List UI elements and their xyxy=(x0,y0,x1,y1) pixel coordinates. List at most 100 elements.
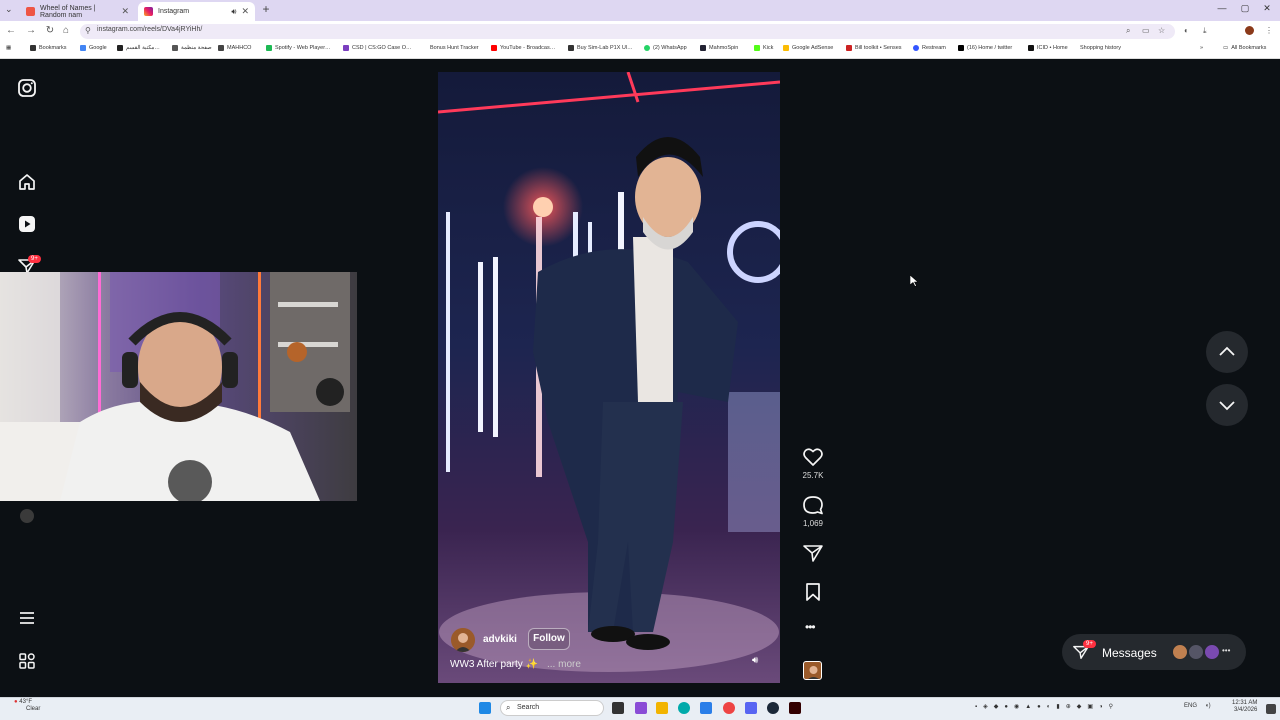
tab-title: Wheel of Names | Random nam xyxy=(40,4,96,19)
profile-avatar[interactable] xyxy=(20,509,34,523)
weather-widget[interactable]: ● 43°F Clear xyxy=(14,699,40,713)
bookmark-item[interactable]: Bookmarks xyxy=(30,45,67,51)
bookmarks-overflow-icon[interactable]: » xyxy=(1200,45,1203,51)
bookmark-item[interactable]: Google AdSense xyxy=(783,45,833,51)
follow-button[interactable]: Follow xyxy=(528,628,570,650)
previous-reel-button[interactable] xyxy=(1206,331,1248,373)
taskbar-search[interactable]: ⌕ Search xyxy=(500,700,604,716)
bookmark-item[interactable]: Restream xyxy=(913,45,946,51)
bookmark-item[interactable]: مكتبة القسم… xyxy=(117,45,160,51)
menu-icon[interactable]: ⋮ xyxy=(1265,26,1273,35)
notification-badge: 9+ xyxy=(28,255,41,263)
tab-wheel-of-names[interactable]: Wheel of Names | Random nam ✕ xyxy=(20,2,135,21)
store-icon[interactable] xyxy=(700,702,712,714)
close-window-button[interactable]: ✕ xyxy=(1260,3,1274,14)
comment-icon[interactable] xyxy=(802,494,824,516)
bookmark-item[interactable]: CSD | CS:GO Case O… xyxy=(343,45,412,51)
bookmark-item[interactable]: Shopping history xyxy=(1080,45,1121,51)
obs-icon[interactable] xyxy=(789,702,801,714)
more-options-icon[interactable]: ••• xyxy=(805,620,816,634)
close-tab-icon[interactable]: ✕ xyxy=(121,6,129,17)
discord-icon[interactable] xyxy=(745,702,757,714)
bookmark-item[interactable]: Google xyxy=(80,45,107,51)
home-icon[interactable] xyxy=(17,172,37,192)
instagram-logo-icon[interactable] xyxy=(17,78,37,98)
start-button[interactable] xyxy=(479,702,491,714)
profile-icon[interactable] xyxy=(1245,26,1254,35)
share-icon[interactable] xyxy=(802,542,824,564)
reel-video[interactable] xyxy=(438,72,780,683)
close-tab-icon[interactable]: ✕ xyxy=(241,6,249,17)
bookmark-item[interactable]: (16) Home / twitter xyxy=(958,45,1012,51)
site-info-icon[interactable]: ⚲ xyxy=(85,26,91,35)
bookmark-item[interactable]: Bonus Hunt Tracker xyxy=(430,45,479,51)
audio-track-thumbnail[interactable] xyxy=(803,661,822,680)
cast-icon[interactable]: ▭ xyxy=(1142,26,1150,35)
conversation-avatar xyxy=(1172,644,1188,660)
bookmark-item[interactable]: MahmoSpin xyxy=(700,45,738,51)
notification-center-icon[interactable] xyxy=(1266,704,1276,714)
clock[interactable]: 12:31 AM 3/4/2026 xyxy=(1232,700,1257,714)
tab-search-icon[interactable]: ⌄ xyxy=(5,4,13,15)
bookmark-item[interactable]: Kick xyxy=(754,45,773,51)
task-view-icon[interactable] xyxy=(612,702,624,714)
volume-icon[interactable]: ◖) xyxy=(1205,703,1211,709)
new-tab-button[interactable]: + xyxy=(259,2,273,18)
save-bookmark-icon[interactable] xyxy=(802,581,824,603)
caption-more-link[interactable]: ... more xyxy=(547,659,581,670)
minimize-button[interactable]: — xyxy=(1215,3,1229,13)
forward-button[interactable]: → xyxy=(25,25,37,36)
chrome-icon[interactable] xyxy=(723,702,735,714)
bookmark-item[interactable]: YouTube - Broadcas… xyxy=(491,45,555,51)
bookmark-item[interactable]: Bill toolkit • Senses xyxy=(846,45,902,51)
weather-icon: ● xyxy=(14,699,18,705)
bookmark-star-icon[interactable]: ☆ xyxy=(1158,26,1165,35)
reel-caption: WW3 After party ✨ xyxy=(450,659,538,670)
steam-icon[interactable] xyxy=(767,702,779,714)
file-explorer-icon[interactable] xyxy=(656,702,668,714)
wheel-favicon-icon xyxy=(26,7,35,16)
audio-track-thumbnail-image xyxy=(808,666,819,679)
mouse-cursor-icon xyxy=(910,275,918,287)
language-indicator[interactable]: ENG xyxy=(1184,703,1197,709)
bookmark-item[interactable]: Spotify - Web Player… xyxy=(266,45,331,51)
tab-instagram[interactable]: Instagram 🔊︎ ✕ xyxy=(138,2,255,21)
also-from-meta-icon[interactable] xyxy=(17,651,37,671)
tray-icons[interactable]: ▪◈◆●◉▲●◐▮⊕◆▣◑⚲ xyxy=(975,703,1119,710)
bookmark-item[interactable]: صفحة منظمة xyxy=(172,45,212,51)
edge-icon[interactable] xyxy=(678,702,690,714)
reload-button[interactable]: ↻ xyxy=(44,25,56,36)
maximize-button[interactable]: ▢ xyxy=(1238,3,1252,14)
bookmark-item[interactable]: (2) WhatsApp xyxy=(644,45,687,51)
tab-title: Instagram xyxy=(158,8,190,15)
zoom-icon[interactable]: ⌕ xyxy=(1126,26,1130,36)
extension-icon[interactable]: ◐ xyxy=(1184,26,1189,35)
bookmark-item[interactable]: Buy Sim-Lab P1X Ul… xyxy=(568,45,633,51)
bookmark-item[interactable]: MAHHCO xyxy=(218,45,251,51)
bookmark-item[interactable]: ICID • Home xyxy=(1028,45,1068,51)
messages-label: Messages xyxy=(1102,646,1157,660)
instagram-favicon-icon xyxy=(144,7,153,16)
all-bookmarks[interactable]: ▭ All Bookmarks xyxy=(1223,45,1266,51)
audio-icon[interactable]: 🔊︎ xyxy=(752,655,758,666)
next-reel-button[interactable] xyxy=(1206,384,1248,426)
home-button[interactable]: ⌂ xyxy=(60,25,72,36)
conversation-avatar xyxy=(1188,644,1204,660)
weather-temp: 43°F xyxy=(19,699,33,705)
download-icon[interactable]: ⤓ xyxy=(1203,26,1207,36)
url-text[interactable]: instagram.com/reels/DVa4jRYiHh/ xyxy=(97,26,202,33)
copilot-icon[interactable] xyxy=(635,702,647,714)
more-menu-icon[interactable] xyxy=(17,608,37,628)
reels-icon[interactable] xyxy=(17,214,37,234)
address-bar[interactable] xyxy=(80,24,1175,39)
back-button[interactable]: ← xyxy=(5,25,17,36)
speaker-icon[interactable]: 🔊︎ xyxy=(231,7,236,17)
chevron-down-icon xyxy=(1219,401,1235,411)
reel-author-avatar-image xyxy=(451,628,475,652)
like-heart-icon[interactable] xyxy=(802,446,824,468)
apps-icon[interactable]: ▦ xyxy=(6,45,11,51)
reel-caption-text: WW3 After party xyxy=(450,659,523,670)
search-icon: ⌕ xyxy=(506,703,511,712)
reel-username[interactable]: advkiki xyxy=(483,634,517,645)
reel-author-avatar[interactable] xyxy=(451,628,475,652)
